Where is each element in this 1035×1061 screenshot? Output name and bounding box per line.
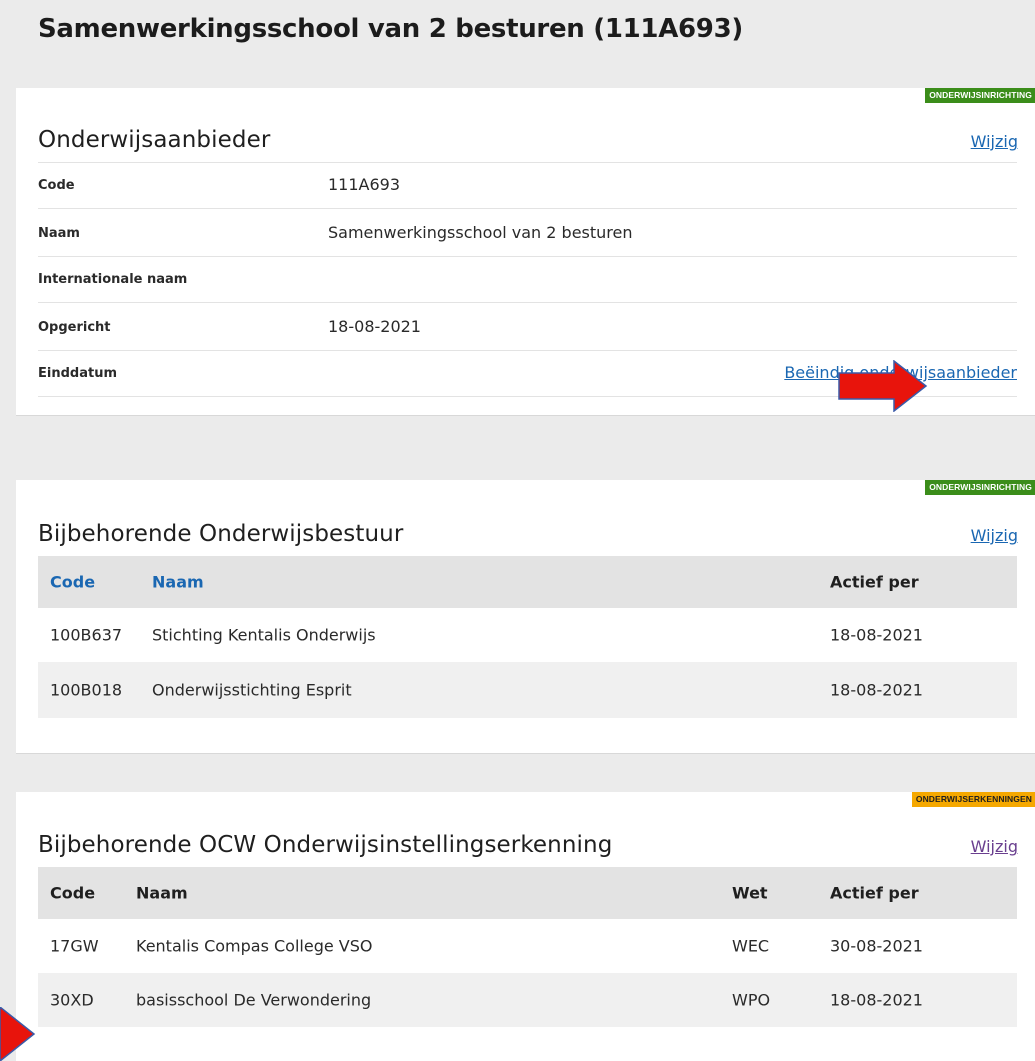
erkenning-edit-link[interactable]: Wijzig bbox=[971, 837, 1018, 856]
field-row-code: Code 111A693 bbox=[38, 162, 1017, 209]
column-header-actief-per: Actief per bbox=[830, 572, 919, 592]
field-row-internationale-naam: Internationale naam bbox=[38, 256, 1017, 303]
field-label: Code bbox=[38, 178, 75, 193]
cell-naam: basisschool De Verwondering bbox=[136, 990, 372, 1010]
column-header-naam: Naam bbox=[136, 883, 188, 903]
erkenning-table: Code Naam Wet Actief per 17GW Kentalis C… bbox=[38, 867, 1017, 1029]
table-row: 100B637 Stichting Kentalis Onderwijs 18-… bbox=[38, 608, 1017, 662]
cell-naam: Stichting Kentalis Onderwijs bbox=[152, 625, 376, 645]
table-row: 100B018 Onderwijsstichting Esprit 18-08-… bbox=[38, 662, 1017, 718]
field-label: Internationale naam bbox=[38, 272, 188, 287]
field-value: 111A693 bbox=[328, 175, 401, 194]
bestuur-title: Bijbehorende Onderwijsbestuur bbox=[38, 521, 404, 547]
field-label: Einddatum bbox=[38, 366, 117, 381]
erkenning-badge: ONDERWIJSERKENNINGEN bbox=[911, 792, 1035, 807]
cell-naam: Kentalis Compas College VSO bbox=[136, 936, 373, 956]
cell-actief-per: 30-08-2021 bbox=[830, 936, 923, 956]
table-header: Code Naam Wet Actief per bbox=[38, 867, 1017, 919]
field-label: Naam bbox=[38, 226, 80, 241]
cell-naam: Onderwijsstichting Esprit bbox=[152, 680, 352, 700]
bestuur-card: ONDERWIJSINRICHTING Bijbehorende Onderwi… bbox=[16, 480, 1035, 754]
field-row-opgericht: Opgericht 18-08-2021 bbox=[38, 302, 1017, 351]
cell-actief-per: 18-08-2021 bbox=[830, 625, 923, 645]
column-header-code: Code bbox=[50, 883, 96, 903]
field-value: Samenwerkingsschool van 2 besturen bbox=[328, 223, 633, 242]
column-header-code[interactable]: Code bbox=[50, 573, 95, 592]
erkenning-card: ONDERWIJSERKENNINGEN Bijbehorende OCW On… bbox=[16, 792, 1035, 1061]
red-arrow-annotation-partial bbox=[0, 1007, 36, 1061]
column-header-naam[interactable]: Naam bbox=[152, 573, 204, 592]
table-header: Code Naam Actief per bbox=[38, 556, 1017, 608]
aanbieder-title: Onderwijsaanbieder bbox=[38, 127, 271, 153]
table-row: 17GW Kentalis Compas College VSO WEC 30-… bbox=[38, 919, 1017, 973]
cell-actief-per: 18-08-2021 bbox=[830, 990, 923, 1010]
bestuur-badge: ONDERWIJSINRICHTING bbox=[925, 480, 1035, 495]
cell-code: 100B018 bbox=[50, 680, 123, 700]
column-header-actief-per: Actief per bbox=[830, 883, 919, 903]
cell-wet: WEC bbox=[732, 936, 770, 956]
field-value: 18-08-2021 bbox=[328, 317, 421, 336]
table-row: 30XD basisschool De Verwondering WPO 18-… bbox=[38, 973, 1017, 1027]
column-header-wet: Wet bbox=[732, 883, 768, 903]
field-row-naam: Naam Samenwerkingsschool van 2 besturen bbox=[38, 208, 1017, 257]
cell-code: 100B637 bbox=[50, 625, 123, 645]
cell-actief-per: 18-08-2021 bbox=[830, 680, 923, 700]
field-label: Opgericht bbox=[38, 320, 111, 335]
red-arrow-annotation bbox=[838, 360, 928, 412]
cell-wet: WPO bbox=[732, 990, 771, 1010]
bestuur-edit-link[interactable]: Wijzig bbox=[971, 526, 1018, 545]
aanbieder-badge: ONDERWIJSINRICHTING bbox=[925, 88, 1035, 103]
cell-code: 17GW bbox=[50, 936, 99, 956]
bestuur-table: Code Naam Actief per 100B637 Stichting K… bbox=[38, 556, 1017, 718]
aanbieder-edit-link[interactable]: Wijzig bbox=[971, 132, 1018, 151]
erkenning-title: Bijbehorende OCW Onderwijsinstellingserk… bbox=[38, 832, 613, 858]
cell-code: 30XD bbox=[50, 990, 94, 1010]
page-title: Samenwerkingsschool van 2 besturen (111A… bbox=[38, 14, 743, 44]
